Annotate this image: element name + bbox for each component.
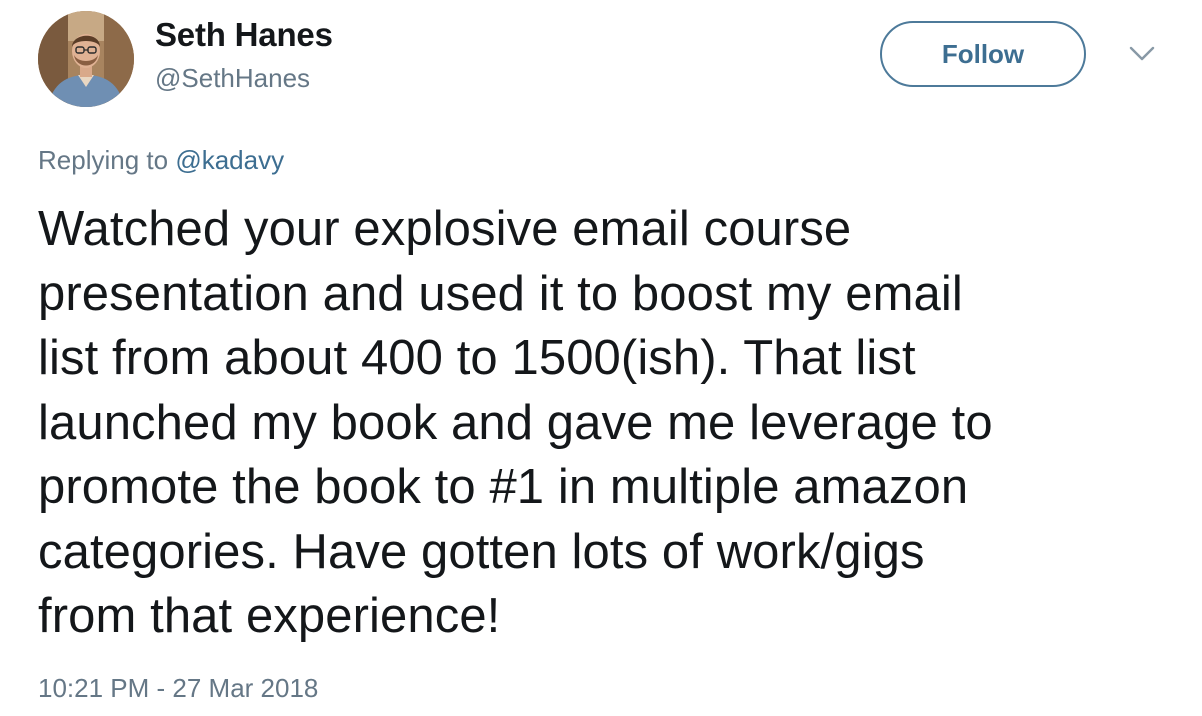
- tweet-line: from that experience!: [38, 589, 501, 643]
- tweet-line: Watched your explosive email course: [38, 202, 852, 256]
- follow-button[interactable]: Follow: [880, 21, 1086, 87]
- tweet-card: Seth Hanes @SethHanes Follow Replying to…: [0, 0, 1202, 716]
- author-name[interactable]: Seth Hanes: [155, 16, 333, 54]
- reply-mention-link[interactable]: @kadavy: [175, 145, 284, 175]
- author-handle[interactable]: @SethHanes: [155, 63, 310, 94]
- tweet-line: categories. Have gotten lots of work/gig…: [38, 524, 925, 579]
- replying-to-label: Replying to: [38, 145, 169, 175]
- tweet-timestamp[interactable]: 10:21 PM - 27 Mar 2018: [38, 673, 318, 704]
- avatar[interactable]: [38, 11, 134, 107]
- avatar-photo: [38, 11, 134, 107]
- tweet-line: presentation and used it to boost my ema…: [38, 266, 963, 321]
- replying-to: Replying to @kadavy: [38, 145, 284, 176]
- tweet-line: promote the book to #1 in multiple amazo…: [38, 460, 969, 514]
- tweet-text: Watched your explosive email course pres…: [38, 197, 1158, 649]
- tweet-line: launched my book and gave me leverage to: [38, 395, 993, 450]
- tweet-line: list from about 400 to 1500(ish). That l…: [38, 331, 916, 385]
- chevron-down-icon[interactable]: [1128, 44, 1156, 64]
